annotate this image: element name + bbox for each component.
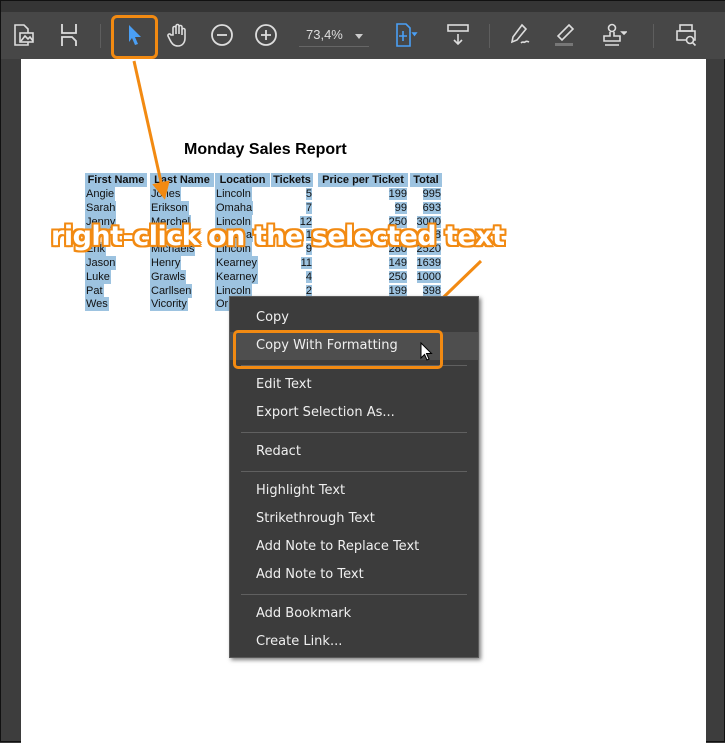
highlight-button[interactable] [547, 18, 581, 52]
column-header: Price per Ticket [318, 173, 408, 187]
table-cell: 11 [300, 257, 312, 269]
menu-item-add-bookmark[interactable]: Add Bookmark [230, 600, 478, 628]
zoom-in-button[interactable] [249, 18, 283, 52]
table-cell: Jason [85, 256, 117, 270]
table-cell: 398 [422, 284, 441, 297]
export-pdf-icon [14, 24, 34, 46]
highlight-icon [555, 23, 575, 46]
table-cell-wrap: 199 [318, 187, 408, 201]
table-cell: Kearney [215, 256, 258, 270]
menu-separator [241, 432, 467, 433]
table-cell: 7 [305, 201, 312, 214]
menu-item-export-selection-as[interactable]: Export Selection As... [230, 399, 478, 427]
zoom-out-icon [211, 24, 233, 46]
table-cell: 4 [305, 270, 312, 283]
table-cell: 995 [422, 188, 441, 200]
column-header: First Name [85, 173, 147, 187]
stamp-icon [603, 23, 627, 46]
select-tool-highlight [111, 15, 158, 59]
table-cell: Wes [85, 297, 109, 312]
toolbar-divider [100, 24, 101, 48]
table-cell-wrap: 5 [271, 187, 313, 201]
table-cell-wrap: 149 [318, 256, 408, 270]
table-cell: 199 [388, 284, 407, 297]
zoom-level-value: 73,4% [306, 27, 343, 42]
table-cell: Kearney [215, 269, 258, 284]
table-cell: Erikson [150, 200, 189, 215]
toolbar-divider [653, 24, 654, 48]
menu-item-highlight-box [233, 330, 443, 369]
table-cell-wrap: 11 [271, 256, 313, 270]
table-cell: 2 [305, 284, 312, 297]
print-preview-button[interactable] [669, 18, 703, 52]
menu-separator [241, 471, 467, 472]
table-cell: 199 [388, 188, 407, 200]
hand-tool-icon [167, 23, 186, 47]
app-window: 73,4% Monday Sales Report First Name Last… [0, 0, 725, 743]
fit-page-icon [396, 23, 418, 47]
table-cell: Jones [150, 187, 182, 201]
document-title: Monday Sales Report [184, 141, 347, 158]
table-cell: 250 [388, 270, 407, 283]
toolbar: 73,4% [1, 12, 725, 59]
table-cell: 1639 [416, 257, 441, 269]
table-cell: Grawls [150, 269, 187, 284]
table-cell: 149 [388, 257, 407, 269]
column-header: Location [215, 173, 270, 187]
table-cell-wrap: 995 [410, 187, 442, 201]
menu-item-edit-text[interactable]: Edit Text [230, 371, 478, 399]
menu-item-strikethrough-text[interactable]: Strikethrough Text [230, 505, 478, 533]
toolbar-divider [489, 24, 490, 48]
print-preview-icon [676, 24, 697, 47]
table-cell: Henry [150, 256, 182, 270]
table-cell: 5 [305, 188, 312, 200]
column-header: Last Name [150, 173, 214, 187]
zoom-level-dropdown[interactable]: 73,4% [299, 25, 369, 47]
annotation-banner: right-click on the selected text [51, 221, 505, 252]
table-cell-wrap: 4 [271, 270, 313, 284]
table-cell: 1000 [416, 270, 441, 283]
table-cell: Or [215, 297, 230, 312]
stamp-button[interactable] [593, 18, 635, 52]
table-cell: Omaha [215, 200, 254, 215]
table-cell: Luke [85, 269, 111, 284]
table-cell: 99 [394, 201, 407, 214]
fit-page-button[interactable] [385, 18, 427, 52]
organize-pages-button[interactable] [52, 18, 86, 52]
table-cell-wrap: 99 [318, 201, 408, 215]
table-cell: Lincoln [215, 187, 252, 201]
column-header: Tickets [271, 173, 313, 187]
zoom-out-button[interactable] [205, 18, 239, 52]
menu-item-add-note-to-replace-text[interactable]: Add Note to Replace Text [230, 533, 478, 561]
table-cell: Sarah [85, 200, 117, 215]
zoom-in-icon [255, 24, 277, 46]
menu-item-add-note-to-text[interactable]: Add Note to Text [230, 561, 478, 589]
menu-separator [241, 594, 467, 595]
menu-item-create-link[interactable]: Create Link... [230, 628, 478, 656]
table-cell: Pat [85, 283, 104, 298]
menu-item-redact[interactable]: Redact [230, 438, 478, 466]
table-cell-wrap: 1639 [410, 256, 442, 270]
export-pdf-button[interactable] [7, 18, 41, 52]
hand-tool-button[interactable] [161, 18, 195, 52]
menu-item-highlight-text[interactable]: Highlight Text [230, 477, 478, 505]
menu-item-copy[interactable]: Copy [230, 304, 478, 332]
scroll-mode-icon [447, 24, 469, 46]
chevron-down-icon [355, 34, 363, 39]
table-cell: Vicority [150, 297, 188, 312]
sign-button[interactable] [503, 18, 537, 52]
table-cell: Carllsen [150, 283, 193, 298]
table-cell-wrap: 7 [271, 201, 313, 215]
title-strip [1, 1, 725, 12]
table-cell: Angie [85, 187, 116, 201]
organize-pages-icon [61, 24, 77, 46]
sign-icon [510, 23, 530, 44]
column-header: Total [410, 173, 442, 187]
table-cell-wrap: 693 [410, 201, 442, 215]
scroll-mode-button[interactable] [441, 18, 475, 52]
table-cell-wrap: 1000 [410, 270, 442, 284]
table-cell: 693 [422, 201, 441, 214]
table-cell-wrap: 250 [318, 270, 408, 284]
